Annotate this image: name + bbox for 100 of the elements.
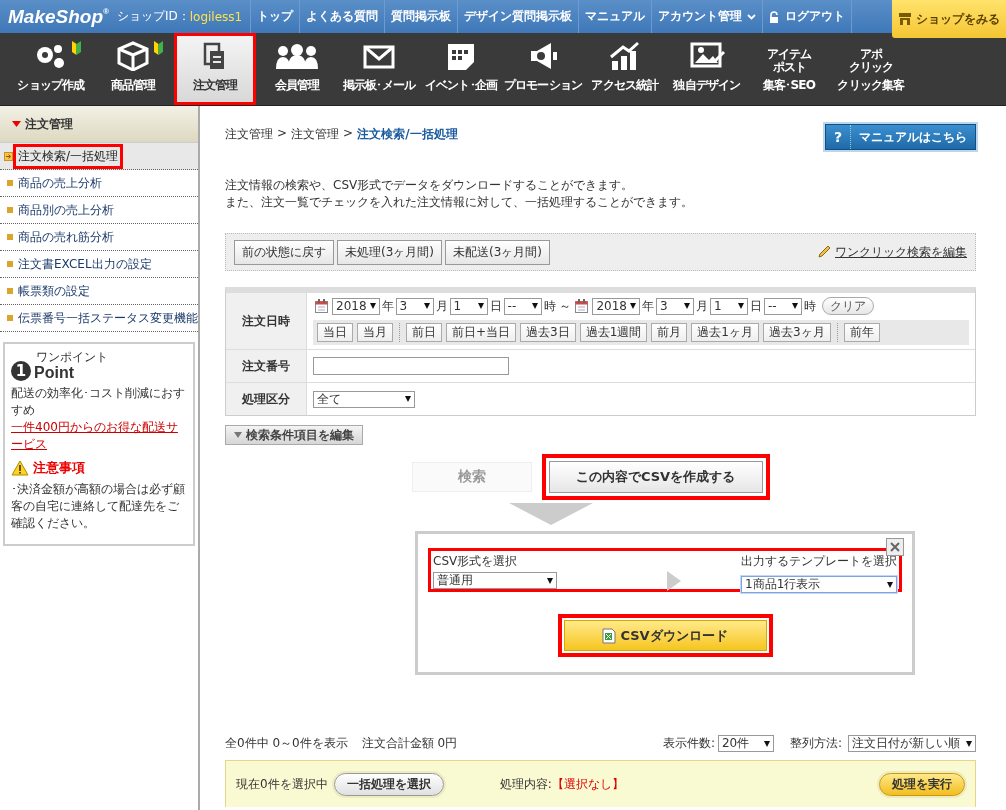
right-arrow-icon: [667, 571, 681, 591]
sidebar-link[interactable]: 注文検索/一括処理: [13, 143, 124, 169]
caret-icon: [737, 303, 744, 309]
description-text: また、注文一覧でチェックを入れた注文情報に対して、一括処理することができます。: [225, 194, 694, 211]
date-select[interactable]: 1: [449, 297, 488, 315]
sidebar-link[interactable]: 帳票類の設定: [13, 278, 95, 304]
per-page-select[interactable]: 20件: [717, 735, 774, 752]
nav-tab[interactable]: プロモーション: [502, 33, 584, 105]
run-action-button[interactable]: 処理を実行: [879, 772, 965, 796]
quick-search-button[interactable]: 未処理(3ヶ月間): [337, 239, 442, 265]
nav-tab[interactable]: アイテム ポスト 集客･SEO: [748, 33, 830, 105]
point-number-badge: 1: [11, 361, 31, 381]
status-select[interactable]: 全て: [313, 390, 415, 408]
spreadsheet-icon: [602, 627, 617, 644]
warning-icon: [11, 460, 29, 476]
order-number-field[interactable]: [313, 357, 509, 375]
breadcrumb-separator: >: [343, 126, 354, 142]
date-select[interactable]: 1: [709, 297, 748, 315]
point-label: Point: [34, 365, 75, 381]
form-label: 注文番号: [226, 350, 307, 382]
date-preset-button[interactable]: 過去1週間: [579, 323, 648, 342]
nav-tab[interactable]: 商品管理: [92, 33, 174, 105]
triangle-icon: [234, 432, 242, 438]
template-select[interactable]: 1商品1行表示: [741, 576, 897, 593]
nav-tab[interactable]: 掲示板･メール: [338, 33, 420, 105]
caret-icon: [887, 581, 893, 588]
csv-format-select[interactable]: 普通用: [433, 572, 557, 589]
manual-button[interactable]: ? マニュアルはこちら: [825, 124, 976, 150]
caret-icon: [791, 303, 798, 309]
arrow-box-icon: [4, 151, 13, 161]
date-preset-button[interactable]: 過去3ヶ月: [763, 323, 831, 342]
nav-logo-text: アイテム ポスト: [767, 48, 811, 74]
caret-icon: [683, 303, 690, 309]
nav-tab[interactable]: 会員管理: [256, 33, 338, 105]
triangle-icon: [12, 121, 21, 127]
create-csv-button[interactable]: この内容でCSVを作成する: [548, 461, 763, 493]
nav-tab[interactable]: 注文管理: [174, 33, 256, 105]
edit-conditions-button[interactable]: 検索条件項目を編集: [225, 425, 363, 445]
form-label: 処理区分: [226, 383, 307, 415]
sort-select[interactable]: 注文日付が新しい順: [848, 735, 976, 752]
date-unit: 年: [381, 297, 394, 315]
csv-download-button[interactable]: CSVダウンロード: [563, 620, 767, 651]
quick-search-button[interactable]: 未配送(3ヶ月間): [445, 239, 550, 265]
view-shop-button[interactable]: ショップをみる: [892, 0, 1006, 38]
date-preset-button[interactable]: 当月: [357, 323, 393, 342]
sidebar-link[interactable]: 商品の売れ筋分析: [13, 224, 119, 250]
sidebar-link[interactable]: 伝票番号一括ステータス変更機能: [13, 305, 203, 331]
picture-icon: [689, 41, 725, 71]
sidebar-link[interactable]: 注文書EXCEL出力の設定: [13, 251, 157, 277]
breadcrumb-link[interactable]: 注文管理: [225, 126, 273, 143]
date-select[interactable]: 2018: [332, 297, 380, 315]
edit-quick-search-link[interactable]: ワンクリック検索を編集: [817, 243, 967, 261]
selection-count: 現在0件を選択中: [236, 775, 328, 793]
caret-icon: [477, 303, 484, 309]
service-link[interactable]: 一件400円からのお得な配送サービス: [11, 419, 187, 453]
nav-tab[interactable]: イベント･企画: [420, 33, 502, 105]
down-arrow-icon: [508, 503, 593, 525]
date-unit: 日: [749, 297, 762, 315]
nav-tab[interactable]: アクセス統計: [584, 33, 666, 105]
quick-search-button[interactable]: 前の状態に戻す: [234, 239, 334, 265]
bullet-icon: [7, 288, 13, 294]
caret-icon: [629, 303, 636, 309]
date-unit: 月: [695, 297, 708, 315]
date-select[interactable]: 3: [655, 297, 694, 315]
sidebar-link[interactable]: 商品の売上分析: [13, 170, 107, 196]
notice-text: ･決済金額が高額の場合は必ず顧客の自宅に連絡して配達先をご確認ください。: [11, 481, 186, 532]
shop-id-label: ショップID：: [115, 8, 190, 25]
caret-icon: [369, 303, 376, 309]
clear-button[interactable]: クリア: [821, 297, 874, 315]
breadcrumb-link[interactable]: 注文管理: [291, 126, 340, 143]
date-select[interactable]: --: [763, 297, 802, 315]
nav-tab[interactable]: ショップ作成: [10, 33, 92, 105]
template-label: 出力するテンプレートを選択: [741, 553, 897, 570]
sidebar-link[interactable]: 商品別の売上分析: [13, 197, 119, 223]
date-unit: 時: [803, 297, 816, 315]
people-icon: [275, 41, 319, 71]
nav-tab[interactable]: 独自デザイン: [666, 33, 748, 105]
date-preset-button[interactable]: 前月: [651, 323, 688, 342]
calendar-icon: [575, 299, 589, 313]
date-preset-button[interactable]: 前日+当日: [446, 323, 517, 342]
close-icon[interactable]: [886, 538, 904, 556]
date-select[interactable]: 3: [395, 297, 434, 315]
per-page-label: 表示件数:: [662, 735, 715, 752]
result-count: 全0件中 0～0件を表示: [225, 735, 348, 752]
choose-bulk-action-button[interactable]: 一括処理を選択: [333, 772, 444, 796]
date-preset-button[interactable]: 過去3日: [520, 323, 576, 342]
description-text: 注文情報の検索や、CSV形式でデータをダウンロードすることができます。: [225, 177, 635, 194]
date-unit: 日: [489, 297, 502, 315]
date-select[interactable]: --: [503, 297, 542, 315]
caret-icon: [966, 740, 972, 747]
date-select[interactable]: 2018: [592, 297, 640, 315]
calendar-icon: [315, 299, 328, 313]
date-preset-button[interactable]: 前年: [843, 323, 880, 342]
date-preset-button[interactable]: 前日: [406, 323, 442, 342]
breadcrumb-current: 注文検索/一括処理: [357, 126, 458, 143]
action-label: 処理内容:: [499, 775, 552, 793]
bullet-icon: [7, 207, 13, 213]
date-preset-button[interactable]: 当日: [317, 323, 353, 342]
csv-format-label: CSV形式を選択: [433, 553, 519, 570]
date-preset-button[interactable]: 過去1ヶ月: [691, 323, 759, 342]
